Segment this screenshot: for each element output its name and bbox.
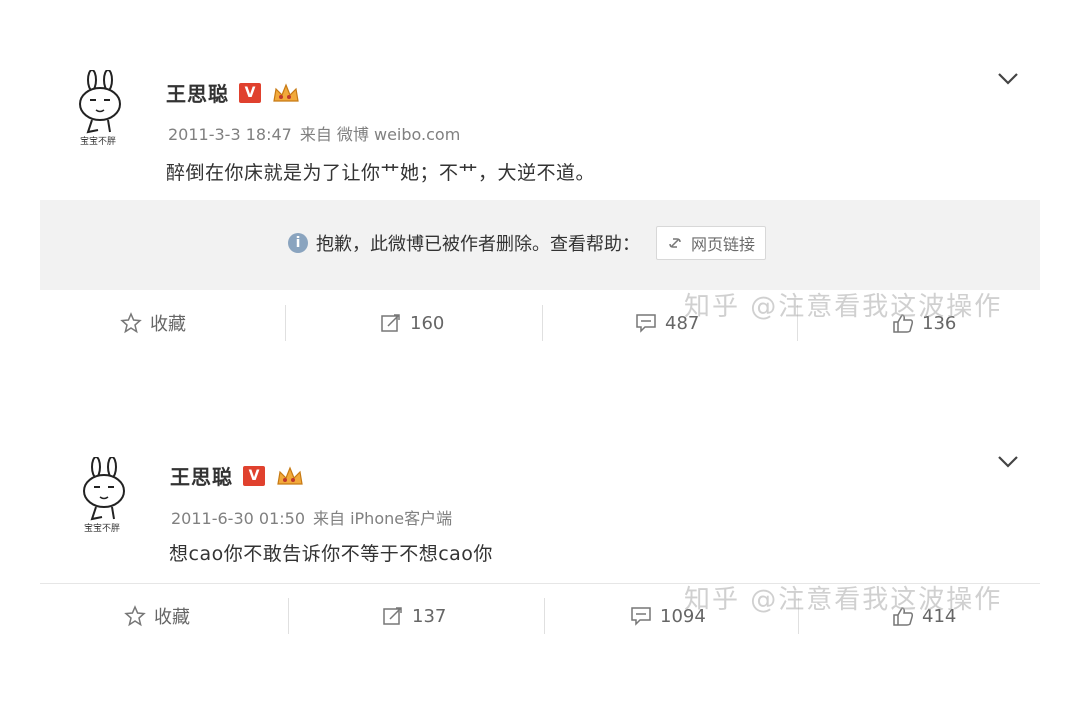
chevron-down-icon[interactable] bbox=[997, 455, 1019, 469]
post-meta: 2011-6-30 01:50 来自 iPhone客户端 bbox=[171, 505, 452, 529]
timestamp[interactable]: 2011-3-3 18:47 bbox=[168, 125, 292, 144]
favorite-button[interactable]: 收藏 bbox=[120, 295, 186, 351]
avatar[interactable]: 宝宝不胖 bbox=[78, 456, 134, 535]
avatar[interactable]: 宝宝不胖 bbox=[74, 69, 130, 148]
comment-icon bbox=[631, 607, 651, 626]
zhihu-watermark: 知乎 @注意看我这波操作 bbox=[684, 585, 1003, 615]
repost-icon bbox=[381, 314, 400, 332]
web-link-button[interactable]: 网页链接 bbox=[656, 226, 767, 260]
divider bbox=[542, 305, 543, 341]
divider bbox=[544, 598, 545, 634]
chevron-down-icon[interactable] bbox=[997, 72, 1019, 86]
name-row: 王思聪 V bbox=[170, 461, 305, 490]
favorite-button[interactable]: 收藏 bbox=[124, 588, 190, 644]
verified-v-badge: V bbox=[243, 465, 265, 486]
post-text: 想cao你不敢告诉你不等于不想cao你 bbox=[169, 543, 493, 565]
timestamp[interactable]: 2011-6-30 01:50 bbox=[171, 509, 305, 528]
divider bbox=[288, 598, 289, 634]
weibo-post-1: 宝宝不胖 王思聪 V 2011-3-3 18:47 来自 微博 weibo.com… bbox=[0, 0, 1080, 380]
comment-icon bbox=[636, 314, 656, 333]
post-text: 醉倒在你床就是为了让你艹她；不艹，大逆不道。 bbox=[166, 162, 596, 184]
info-icon: i bbox=[288, 233, 308, 253]
repost-count: 137 bbox=[412, 605, 447, 627]
star-icon bbox=[124, 605, 146, 627]
weibo-post-2: 宝宝不胖 王思聪 V 2011-6-30 01:50 来自 iPhone客户端 想… bbox=[0, 385, 1080, 721]
divider bbox=[285, 305, 286, 341]
link-icon bbox=[669, 238, 681, 248]
favorite-label: 收藏 bbox=[154, 607, 190, 628]
post-meta: 2011-3-3 18:47 来自 微博 weibo.com bbox=[168, 121, 460, 145]
star-icon bbox=[120, 312, 142, 334]
verified-v-badge: V bbox=[239, 82, 261, 103]
source: 来自 微博 weibo.com bbox=[299, 125, 461, 144]
repost-icon bbox=[383, 607, 402, 625]
repost-count: 160 bbox=[410, 312, 445, 334]
deleted-notice-text: 抱歉，此微博已被作者删除。查看帮助： bbox=[316, 234, 640, 255]
favorite-label: 收藏 bbox=[150, 314, 186, 335]
avatar-caption: 宝宝不胖 bbox=[84, 524, 121, 534]
name-row: 王思聪 V bbox=[166, 78, 301, 107]
deleted-repost-notice: i 抱歉，此微博已被作者删除。查看帮助： 网页链接 bbox=[40, 200, 1040, 290]
vip-crown-icon bbox=[275, 464, 305, 488]
username[interactable]: 王思聪 bbox=[170, 461, 233, 490]
source: 来自 iPhone客户端 bbox=[313, 509, 453, 528]
zhihu-watermark: 知乎 @注意看我这波操作 bbox=[684, 292, 1003, 322]
repost-button[interactable]: 137 bbox=[382, 588, 446, 644]
username[interactable]: 王思聪 bbox=[166, 78, 229, 107]
avatar-caption: 宝宝不胖 bbox=[80, 137, 117, 147]
vip-crown-icon bbox=[271, 81, 301, 105]
repost-button[interactable]: 160 bbox=[380, 295, 444, 351]
web-link-label: 网页链接 bbox=[691, 235, 756, 254]
